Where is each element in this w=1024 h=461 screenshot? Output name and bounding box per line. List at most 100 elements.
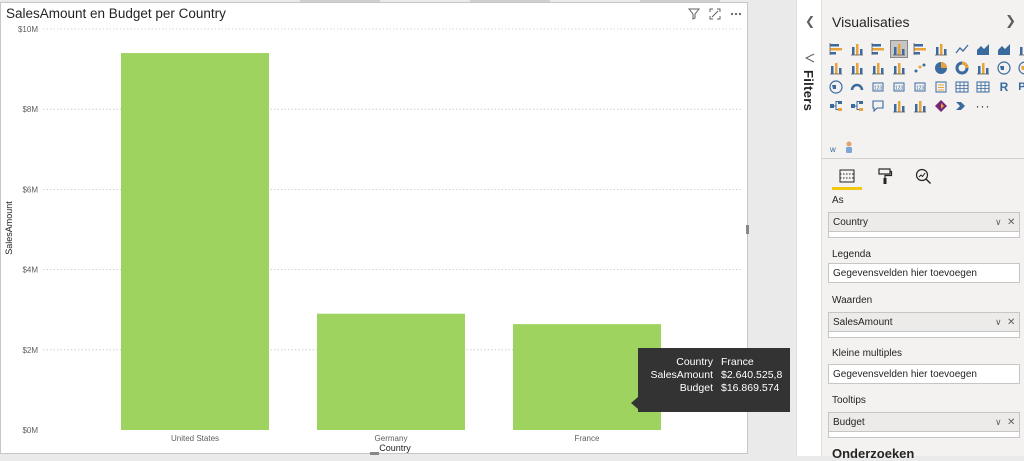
small-multiples-drop-zone[interactable]: Gegevensvelden hier toevoegen — [828, 364, 1020, 384]
remove-field-icon[interactable]: ✕ — [1007, 217, 1019, 228]
treemap-icon[interactable] — [974, 59, 992, 77]
resize-handle-bottom[interactable] — [370, 452, 379, 455]
svg-text:123: 123 — [874, 86, 883, 92]
waterfall-chart-icon[interactable] — [869, 59, 887, 77]
legend-drop-zone[interactable]: Gegevensvelden hier toevoegen — [828, 263, 1020, 283]
area-chart-icon[interactable] — [974, 40, 992, 58]
bar-chart-visual[interactable]: $0M $2M $4M $6M $8M $10M United States Germany… — [0, 2, 749, 455]
qa-visual-icon[interactable] — [869, 97, 887, 115]
stacked-bar-icon[interactable] — [827, 40, 845, 58]
filters-label[interactable]: Filters — [801, 70, 816, 111]
slicer-icon[interactable] — [932, 78, 950, 96]
format-paintbrush-icon[interactable] — [872, 165, 898, 187]
shape-map-icon[interactable] — [827, 78, 845, 96]
pie-chart-icon[interactable] — [932, 59, 950, 77]
funnel-chart-icon[interactable] — [890, 59, 908, 77]
visual-type-gallery: 123 123 123 RPy ··· — [827, 40, 1024, 116]
custom-visuals-row: w — [830, 140, 854, 158]
key-influencers-icon[interactable] — [827, 97, 845, 115]
svg-text:123: 123 — [895, 86, 904, 92]
filters-pane-collapsed[interactable]: ❮ Filters — [796, 0, 822, 456]
decomposition-tree-icon[interactable] — [848, 97, 866, 115]
bar[interactable] — [317, 313, 465, 430]
power-automate-icon[interactable] — [953, 97, 971, 115]
analytics-magnifier-icon[interactable] — [910, 165, 936, 187]
tooltip-key: Budget — [679, 382, 713, 394]
scatter-chart-icon[interactable] — [911, 59, 929, 77]
chevron-left-icon[interactable]: ❮ — [805, 14, 815, 28]
table-icon[interactable] — [953, 78, 971, 96]
y-tick-label: $4M — [22, 266, 38, 275]
axis-drop-zone[interactable] — [828, 232, 1020, 238]
x-axis-ticks: United States Germany France — [171, 434, 600, 443]
card-icon[interactable]: 123 — [869, 78, 887, 96]
field-name: Country — [833, 216, 869, 228]
line-chart-icon[interactable] — [953, 40, 971, 58]
tooltip-row: Budget $16.869.574 — [638, 382, 784, 395]
tooltip-row: Country France — [638, 356, 784, 369]
axis-field-pill[interactable]: Country ∨ ✕ — [828, 212, 1020, 232]
map-icon[interactable] — [995, 59, 1013, 77]
100-bar-icon[interactable] — [911, 40, 929, 58]
focus-mode-icon[interactable] — [708, 7, 722, 21]
chart-svg: $0M $2M $4M $6M $8M $10M United States Germany… — [4, 25, 743, 453]
x-tick-label: United States — [171, 434, 219, 443]
chevron-down-icon[interactable]: ∨ — [995, 417, 1007, 428]
tooltips-field-pill[interactable]: Budget ∨ ✕ — [828, 412, 1020, 432]
report-canvas: $0M $2M $4M $6M $8M $10M United States Germany… — [0, 0, 795, 456]
python-visual-icon[interactable]: Py — [1016, 78, 1024, 96]
tooltip-key: SalesAmount — [650, 369, 713, 381]
chevron-right-icon[interactable]: ❯ — [1005, 13, 1016, 29]
y-axis-ticks: $0M $2M $4M $6M $8M $10M — [18, 25, 38, 435]
values-field-pill[interactable]: SalesAmount ∨ ✕ — [828, 312, 1020, 332]
bars — [121, 53, 661, 431]
100-column-icon[interactable] — [932, 40, 950, 58]
line-clustered-column-icon[interactable] — [827, 59, 845, 77]
custom-visual-icon[interactable] — [844, 140, 854, 158]
filter-icon[interactable] — [687, 7, 701, 21]
r-visual-icon[interactable]: R — [995, 78, 1013, 96]
remove-field-icon[interactable]: ✕ — [1007, 317, 1019, 328]
bar[interactable] — [121, 53, 269, 431]
donut-chart-icon[interactable] — [953, 59, 971, 77]
filled-map-icon[interactable] — [1016, 59, 1024, 77]
chevron-down-icon[interactable]: ∨ — [995, 317, 1007, 328]
line-column-icon[interactable] — [1016, 40, 1024, 58]
tooltip-row: SalesAmount $2.640.525,8 — [638, 369, 784, 382]
visualizations-pane: Visualisaties ❯ 123 123 123 RPy ··· w As Cou… — [822, 0, 1024, 461]
smart-narrative-icon[interactable] — [890, 97, 908, 115]
more-visuals-icon[interactable]: ··· — [974, 97, 992, 115]
clustered-bar-icon[interactable] — [869, 40, 887, 58]
visual-header — [687, 7, 743, 21]
more-options-icon[interactable] — [729, 7, 743, 21]
word-cloud-icon[interactable]: w — [830, 145, 836, 154]
x-tick-label: Germany — [375, 434, 408, 443]
remove-field-icon[interactable]: ✕ — [1007, 417, 1019, 428]
well-label-axis: As — [832, 195, 844, 206]
kpi-icon[interactable]: 123 — [911, 78, 929, 96]
clustered-column-icon[interactable] — [890, 40, 908, 58]
active-tab-indicator — [832, 187, 862, 190]
gauge-icon[interactable] — [848, 78, 866, 96]
drop-zone-placeholder: Gegevensvelden hier toevoegen — [833, 368, 977, 380]
field-name: Budget — [833, 416, 865, 428]
well-label-legend: Legenda — [832, 249, 871, 260]
ribbon-chart-icon[interactable] — [848, 59, 866, 77]
power-apps-icon[interactable] — [932, 97, 950, 115]
tooltip-arrow — [631, 397, 638, 409]
matrix-icon[interactable] — [974, 78, 992, 96]
values-drop-zone[interactable] — [828, 332, 1020, 338]
fields-tab-icon[interactable] — [834, 165, 860, 187]
svg-text:123: 123 — [916, 86, 925, 92]
paginated-report-icon[interactable] — [911, 97, 929, 115]
multi-row-card-icon[interactable]: 123 — [890, 78, 908, 96]
stacked-column-icon[interactable] — [848, 40, 866, 58]
chevron-down-icon[interactable]: ∨ — [995, 217, 1007, 228]
tooltips-drop-zone[interactable] — [828, 432, 1020, 438]
stacked-area-icon[interactable] — [995, 40, 1013, 58]
field-name: SalesAmount — [833, 316, 893, 328]
resize-handle-right[interactable] — [746, 225, 749, 234]
y-tick-label: $6M — [22, 185, 38, 194]
tooltip-key: Country — [676, 356, 713, 368]
divider — [822, 158, 1024, 159]
